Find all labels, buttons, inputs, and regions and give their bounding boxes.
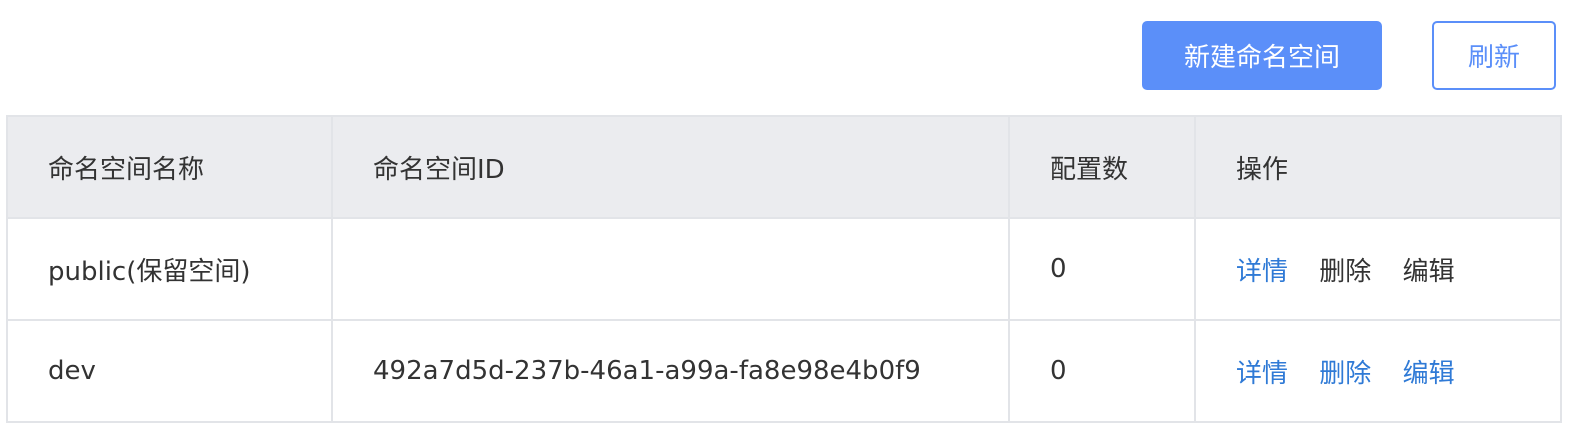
column-header-actions: 操作 xyxy=(1194,115,1562,219)
config-count-cell: 0 xyxy=(1008,319,1196,423)
table-header-row: 命名空间名称 命名空间ID 配置数 操作 xyxy=(6,115,1562,219)
namespace-name-cell: dev xyxy=(6,319,333,423)
column-header-namespace-name: 命名空间名称 xyxy=(6,115,333,219)
column-header-config-count: 配置数 xyxy=(1008,115,1196,219)
config-count-cell: 0 xyxy=(1008,217,1196,321)
refresh-button[interactable]: 刷新 xyxy=(1432,21,1556,90)
details-link[interactable]: 详情 xyxy=(1236,353,1288,390)
column-header-namespace-id: 命名空间ID xyxy=(331,115,1010,219)
edit-link-disabled: 编辑 xyxy=(1402,256,1455,287)
table-row: public(保留空间) 0 详情 删除 编辑 xyxy=(6,217,1562,321)
table-header: 命名空间名称 命名空间ID 配置数 操作 xyxy=(6,115,1562,219)
create-namespace-button[interactable]: 新建命名空间 xyxy=(1142,21,1382,90)
table-row: dev 492a7d5d-237b-46a1-a99a-fa8e98e4b0f9… xyxy=(6,319,1562,423)
table-body: public(保留空间) 0 详情 删除 编辑 dev 492a7d5d-237… xyxy=(6,217,1562,423)
delete-link[interactable]: 删除 xyxy=(1319,353,1371,390)
namespace-name-cell: public(保留空间) xyxy=(6,217,333,321)
namespace-table: 命名空间名称 命名空间ID 配置数 操作 public(保留空间) 0 详情 删… xyxy=(6,115,1562,423)
namespace-id-cell: 492a7d5d-237b-46a1-a99a-fa8e98e4b0f9 xyxy=(331,319,1010,423)
delete-link-disabled: 删除 xyxy=(1319,256,1372,287)
namespace-id-cell xyxy=(331,217,1010,321)
actions-cell: 详情 删除 编辑 xyxy=(1194,319,1562,423)
actions-cell: 详情 删除 编辑 xyxy=(1194,217,1562,321)
edit-link[interactable]: 编辑 xyxy=(1403,353,1455,390)
toolbar: 新建命名空间 刷新 xyxy=(1142,21,1556,90)
details-link[interactable]: 详情 xyxy=(1236,251,1288,288)
